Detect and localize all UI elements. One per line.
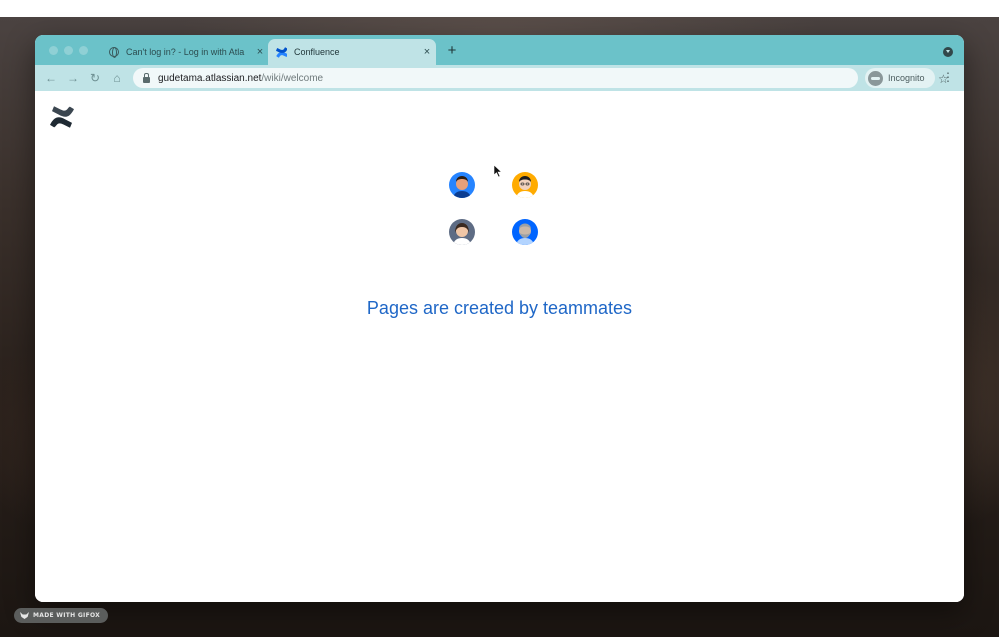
fox-icon [20,612,29,619]
url-path: /wiki/welcome [261,72,324,84]
forward-button[interactable]: → [65,70,81,86]
globe-icon [109,47,119,58]
page-headline: Pages are created by teammates [366,298,633,318]
lock-icon [143,72,150,83]
avatar-teammate-4 [512,219,538,245]
person-icon [516,176,534,198]
window-close-dot[interactable] [49,46,58,55]
back-button[interactable]: ← [43,70,59,86]
confluence-favicon-icon [276,46,287,58]
tab-confluence[interactable]: Confluence × [268,39,436,65]
avatar-teammate-3 [449,219,475,245]
tab-close-icon[interactable]: × [418,46,436,58]
tab-title: Can't log in? - Log in with Atla [126,47,245,57]
avatar-teammate-1 [449,172,475,198]
gifox-watermark-badge: MADE WITH GIFOX [14,608,109,623]
mouse-pointer-icon [493,164,503,178]
confluence-logo-icon[interactable] [49,104,75,130]
home-button[interactable]: ⌂ [109,70,125,86]
tab-strip: Can't log in? - Log in with Atla × Confl… [35,35,964,65]
browser-toolbar: ← → ↻ ⌂ gudetama.atlassian.net/wiki/welc… [35,65,964,91]
person-icon [516,223,534,245]
reload-button[interactable]: ↻ [87,70,103,86]
new-tab-button[interactable]: + [444,43,460,59]
incognito-icon [868,70,883,86]
incognito-label: Incognito [888,73,925,83]
person-icon [453,176,471,198]
page-content: Pages are created by teammates [35,91,964,602]
address-bar[interactable]: gudetama.atlassian.net/wiki/welcome ☆ [133,68,949,88]
window-minimize-dot[interactable] [64,46,73,55]
tab-title: Confluence [294,47,340,57]
tab-login[interactable]: Can't log in? - Log in with Atla × [101,39,269,65]
tab-close-icon[interactable]: × [251,46,269,58]
gifox-badge-text: MADE WITH GIFOX [33,612,101,619]
browser-menu-icon[interactable]: ⋮ [942,70,954,84]
person-icon [453,223,471,245]
window-zoom-dot[interactable] [79,46,88,55]
incognito-indicator[interactable]: Incognito [865,68,935,88]
url-host: gudetama.atlassian.net [158,72,262,84]
avatar-teammate-2 [512,172,538,198]
profile-menu-icon[interactable] [943,47,953,57]
browser-window: Can't log in? - Log in with Atla × Confl… [35,35,964,602]
